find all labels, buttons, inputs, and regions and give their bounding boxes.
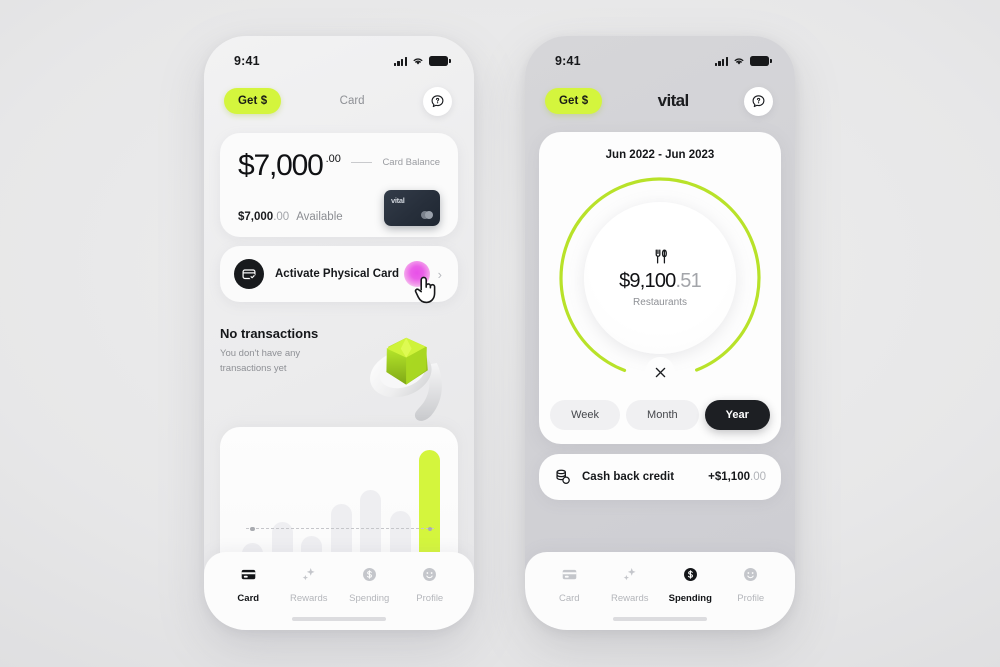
baseline-dot-start [250,526,255,532]
card-check-icon [234,259,264,289]
help-chat-icon[interactable] [743,86,773,116]
tab-rewards[interactable]: Rewards [602,566,658,604]
close-icon[interactable] [645,357,675,387]
gem-spoon-3d-illustration [370,337,442,421]
tab-label: Spending [349,593,390,604]
spending-amount: $9,100.51 [619,270,702,293]
activate-label: Activate Physical Card [275,268,400,280]
period-tab-year[interactable]: Year [704,400,770,430]
dollar-coin-icon [361,566,378,588]
balance-amount: $7,000 [238,149,324,182]
wifi-icon [734,58,744,65]
period-tab-week[interactable]: Week [550,400,621,430]
smiley-face-icon [421,566,438,588]
spending-donut-chart: $9,100.51 Restaurants [554,172,766,387]
card-screen: 9:41 Get $ Card $7,000 .00 Card Balance … [204,36,474,630]
home-indicator [613,617,707,621]
phone-card-screen: 9:41 Get $ Card $7,000 .00 Card Balance … [204,36,474,630]
phone-spending-screen: 9:41 Get $ vital Jun 2022 - Jun 2023 $9,… [525,36,795,630]
status-time: 9:41 [234,54,260,68]
get-money-button[interactable]: Get $ [545,88,603,114]
date-range-label: Jun 2022 - Jun 2023 [605,149,715,161]
tab-label: Card [558,593,580,604]
cash-back-amount: +$1,100.00 [708,471,766,483]
status-time: 9:41 [555,54,581,68]
cash-back-label: Cash back credit [582,471,675,483]
mini-card-visual[interactable]: vital [384,190,440,226]
coins-stack-icon [556,469,570,485]
available-amount: $7,000 [238,211,274,223]
available-cents: .00 [273,211,290,223]
help-chat-glyph [431,94,444,107]
tab-label: Profile [737,593,765,604]
cellular-bars-icon [393,56,407,66]
spending-panel: Jun 2022 - Jun 2023 $9,100.51 Restaurant… [539,132,781,444]
balance-label: Card Balance [382,157,440,168]
fork-knife-icon [655,249,667,264]
spending-screen: 9:41 Get $ vital Jun 2022 - Jun 2023 $9,… [525,36,795,630]
tab-card[interactable]: Card [220,566,276,604]
tab-rewards[interactable]: Rewards [281,566,337,604]
page-title: Card [339,95,365,107]
card-header: Get $ Card [204,76,474,120]
empty-transactions-section: No transactions You don't have any trans… [220,326,458,424]
balance-row: $7,000 .00 Card Balance [238,151,440,181]
available-label: Available [296,211,343,223]
tab-spending[interactable]: Spending [341,566,397,604]
spending-header: Get $ vital [525,76,795,120]
tab-profile[interactable]: Profile [402,566,458,604]
donut-center-content: $9,100.51 Restaurants [584,202,736,354]
chevron-right-icon: › [437,266,442,282]
period-tab-month[interactable]: Month [626,400,699,430]
wifi-icon [413,58,423,65]
spending-category-label: Restaurants [633,297,687,308]
mastercard-circles-icon [420,211,433,219]
spending-amount-cents: .51 [675,270,701,292]
cash-back-amount-whole: +$1,100 [708,471,750,483]
credit-card-icon [561,566,578,588]
cash-back-amount-cents: .00 [750,471,766,483]
status-icons [714,56,772,66]
status-icons [393,56,451,66]
smiley-face-icon [742,566,759,588]
tab-label: Card [237,593,260,604]
get-money-button[interactable]: Get $ [224,88,282,114]
card-balance-panel: $7,000 .00 Card Balance $7,000 .00 Avail… [220,133,458,237]
help-chat-glyph [752,94,765,107]
help-chat-icon[interactable] [422,86,452,116]
tab-label: Profile [416,593,444,604]
battery-full-icon [750,56,772,66]
baseline-dashed-line [246,528,434,529]
cellular-bars-icon [714,56,728,66]
spending-amount-whole: $9,100 [619,270,676,292]
brand-logo: vital [657,91,690,110]
credit-card-icon [240,566,257,588]
tab-profile[interactable]: Profile [723,566,779,604]
tab-spending[interactable]: Spending [662,566,718,604]
mini-card-brand: vital [391,196,405,205]
cash-back-row[interactable]: Cash back credit +$1,100.00 [539,454,781,500]
empty-subtitle: You don't have any transactions yet [220,348,301,374]
period-tab-group: Week Month Year [550,400,770,430]
balance-divider-line [350,162,373,163]
home-indicator [292,617,386,621]
dollar-coin-icon [682,566,699,588]
sparkle-icon [300,566,317,588]
tab-label: Rewards [611,593,649,604]
activate-physical-card-row[interactable]: Activate Physical Card › [220,246,458,304]
close-x-glyph [655,367,665,377]
sparkle-icon [621,566,638,588]
battery-full-icon [429,56,451,66]
tab-label: Spending [668,593,712,604]
tab-label: Rewards [290,593,328,604]
status-bar: 9:41 [525,36,795,76]
status-bar: 9:41 [204,36,474,76]
tab-card[interactable]: Card [541,566,597,604]
balance-cents: .00 [325,153,341,165]
card-check-glyph [242,269,256,280]
